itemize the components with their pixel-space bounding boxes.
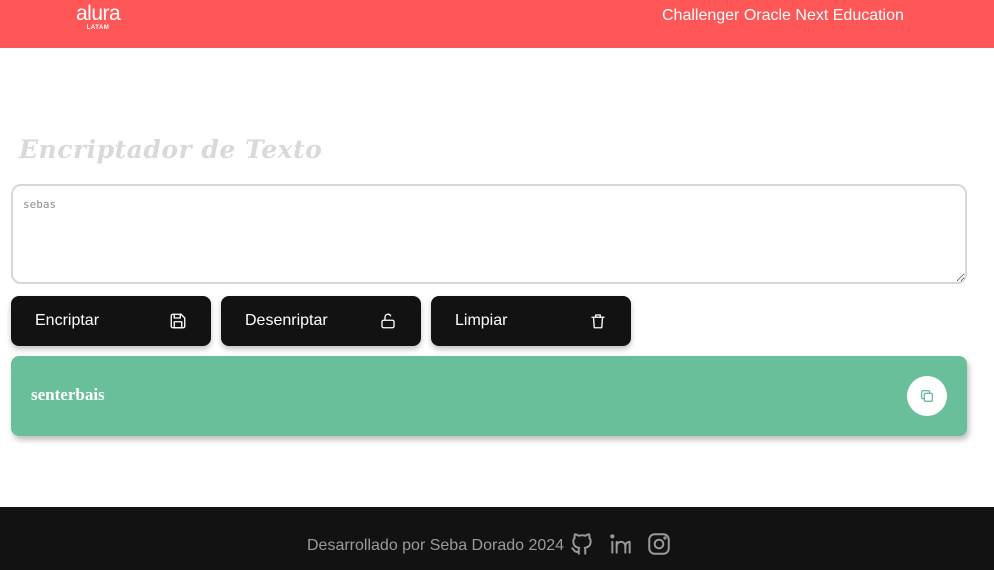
copy-button[interactable] bbox=[907, 376, 947, 416]
footer-credit: Desarrollado por Seba Dorado 2024 bbox=[307, 537, 565, 554]
instagram-icon[interactable] bbox=[646, 531, 672, 557]
result-panel: senterbais bbox=[11, 356, 967, 436]
logo-main-text: alura bbox=[76, 2, 121, 25]
clear-button-label: Limpiar bbox=[455, 312, 508, 329]
page-title: Encriptador de Texto bbox=[19, 135, 323, 164]
logo-sub-text: LATAM bbox=[86, 25, 110, 31]
github-icon[interactable] bbox=[569, 531, 595, 557]
encrypt-button[interactable]: Encriptar bbox=[11, 296, 211, 346]
top-header: alura LATAM Challenger Oracle Next Educa… bbox=[0, 0, 994, 48]
linkedin-icon[interactable] bbox=[608, 531, 634, 557]
result-text: senterbais bbox=[31, 385, 105, 404]
alura-logo[interactable]: alura LATAM bbox=[76, 2, 121, 32]
copy-icon bbox=[921, 390, 933, 402]
trash-icon bbox=[591, 314, 605, 329]
footer: Desarrollado por Seba Dorado 2024 bbox=[0, 507, 994, 570]
encrypt-button-label: Encriptar bbox=[35, 312, 100, 329]
unlock-icon bbox=[381, 313, 395, 329]
header-title: Challenger Oracle Next Education bbox=[662, 7, 904, 24]
text-input[interactable]: sebas bbox=[11, 184, 967, 284]
save-icon bbox=[170, 313, 186, 329]
clear-button[interactable]: Limpiar bbox=[431, 296, 631, 346]
decrypt-button-label: Desenriptar bbox=[245, 312, 328, 329]
decrypt-button[interactable]: Desenriptar bbox=[221, 296, 421, 346]
